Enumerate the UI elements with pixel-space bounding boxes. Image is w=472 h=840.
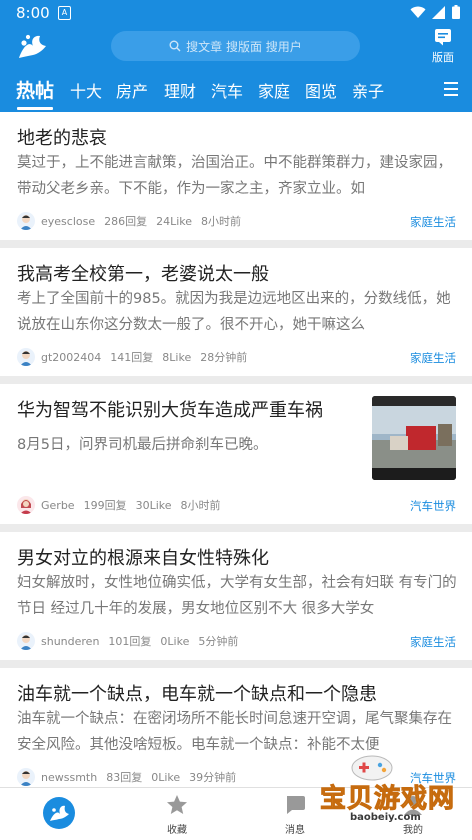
post-category[interactable]: 家庭生活	[410, 214, 456, 230]
post-replies: 101回复	[108, 635, 152, 648]
post-snippet: 妇女解放时，女性地位确实低，大学有女生部，社会有妇联 有专门的节日 经过几十年的…	[17, 575, 457, 617]
avatar[interactable]	[17, 768, 35, 786]
avatar[interactable]	[17, 348, 35, 366]
notification-icon: A	[58, 6, 71, 20]
watermark-overlay: 宝贝游戏网 baobeiy.com	[290, 752, 470, 836]
post-snippet: 油车就一个缺点：在密闭场所不能长时间怠速开空调，尾气聚集存在安全风险。其他没啥短…	[17, 711, 452, 753]
post-title[interactable]: 地老的悲哀	[17, 124, 107, 150]
post-category[interactable]: 家庭生活	[410, 634, 456, 650]
post-author[interactable]: eyesclose	[41, 215, 95, 228]
post-title[interactable]: 油车就一个缺点，电车就一个缺点和一个隐患	[17, 680, 377, 706]
post-likes: 30Like	[135, 498, 172, 512]
signal-icon	[432, 5, 445, 19]
tab-top-ten[interactable]: 十大	[70, 78, 102, 102]
nav-favorites-label: 收藏	[167, 825, 187, 836]
edition-button[interactable]: 版面	[427, 28, 459, 65]
post-time: 28分钟前	[200, 351, 248, 364]
battery-icon	[452, 5, 460, 19]
post-meta: newssmth 83回复 0Like 39分钟前	[17, 768, 245, 786]
post-likes: 0Like	[160, 634, 190, 648]
post-meta: shunderen 101回复 0Like 5分钟前	[17, 632, 247, 650]
post-thumbnail[interactable]	[372, 396, 456, 480]
home-logo-icon	[43, 797, 75, 829]
post-time: 5分钟前	[198, 635, 239, 648]
post-title[interactable]: 华为智驾不能识别大货车造成严重车祸	[17, 396, 362, 422]
avatar[interactable]	[17, 496, 35, 514]
post-meta: gt2002404 141回复 8Like 28分钟前	[17, 348, 256, 366]
board-icon	[435, 29, 451, 46]
post-snippet: 8月5日，问界司机最后拼命刹车已晚。	[17, 437, 268, 453]
tab-family[interactable]: 家庭	[258, 78, 290, 102]
search-placeholder: 搜文章 搜版面 搜用户	[186, 39, 302, 54]
post-time: 39分钟前	[189, 771, 237, 784]
watermark-text: 宝贝游戏网	[319, 784, 456, 815]
post-card[interactable]: 地老的悲哀 莫过于，上不能进言献策，治国治正。中不能群策群力，建设家园，带动父老…	[0, 112, 472, 240]
edition-label: 版面	[432, 51, 454, 64]
status-bar: 8:00 A	[0, 0, 472, 26]
nav-favorites[interactable]: 收藏	[118, 788, 236, 840]
tab-gallery[interactable]: 图览	[305, 78, 337, 102]
post-card[interactable]: 华为智驾不能识别大货车造成严重车祸 8月5日，问界司机最后拼命刹车已晚。 Ger…	[0, 384, 472, 524]
menu-icon[interactable]	[444, 82, 458, 96]
watermark-url: baobeiy.com	[350, 812, 421, 823]
post-replies: 141回复	[110, 351, 154, 364]
post-author[interactable]: Gerbe	[41, 499, 75, 512]
post-category[interactable]: 家庭生活	[410, 350, 456, 366]
app-logo-icon[interactable]	[16, 32, 50, 62]
post-time: 8小时前	[201, 215, 242, 228]
post-card[interactable]: 我高考全校第一，老婆说太一般 考上了全国前十的985。就因为我是边远地区出来的，…	[0, 248, 472, 376]
tab-real-estate[interactable]: 房产	[116, 78, 148, 102]
system-icons	[410, 5, 460, 19]
tab-parenting[interactable]: 亲子	[352, 78, 384, 102]
post-card[interactable]: 男女对立的根源来自女性特殊化 妇女解放时，女性地位确实低，大学有女生部，社会有妇…	[0, 532, 472, 660]
nav-home[interactable]	[0, 788, 118, 840]
search-icon	[169, 40, 181, 52]
category-tabs: 热帖 十大 房产 理财 汽车 家庭 图览 亲子	[0, 70, 472, 112]
post-author[interactable]: gt2002404	[41, 351, 101, 364]
post-replies: 199回复	[83, 499, 127, 512]
app-bar: 搜文章 搜版面 搜用户 版面	[0, 26, 472, 70]
post-meta: eyesclose 286回复 24Like 8小时前	[17, 212, 250, 230]
avatar[interactable]	[17, 632, 35, 650]
post-meta: Gerbe 199回复 30Like 8小时前	[17, 496, 230, 514]
tab-cars[interactable]: 汽车	[211, 78, 243, 102]
post-title[interactable]: 我高考全校第一，老婆说太一般	[17, 260, 269, 286]
tab-finance[interactable]: 理财	[164, 78, 196, 102]
post-title[interactable]: 男女对立的根源来自女性特殊化	[17, 544, 269, 570]
post-replies: 286回复	[104, 215, 148, 228]
search-bar[interactable]: 搜文章 搜版面 搜用户	[111, 31, 360, 61]
avatar[interactable]	[17, 212, 35, 230]
post-snippet: 考上了全国前十的985。就因为我是边远地区出来的，分数线低，她说放在山东你这分数…	[17, 291, 451, 333]
post-author[interactable]: newssmth	[41, 771, 97, 784]
post-replies: 83回复	[106, 771, 143, 784]
star-icon	[167, 795, 187, 814]
active-tab-indicator	[17, 107, 53, 110]
status-time: 8:00	[16, 4, 50, 22]
post-time: 8小时前	[180, 499, 221, 512]
post-likes: 8Like	[162, 350, 192, 364]
post-author[interactable]: shunderen	[41, 635, 99, 648]
post-category[interactable]: 汽车世界	[410, 498, 456, 514]
tab-hot[interactable]: 热帖	[16, 76, 54, 103]
post-likes: 24Like	[156, 214, 193, 228]
post-snippet: 莫过于，上不能进言献策，治国治正。中不能群策群力，建设家园，带动父老乡亲。下不能…	[17, 155, 452, 197]
post-likes: 0Like	[151, 770, 181, 784]
wifi-icon	[410, 6, 426, 18]
